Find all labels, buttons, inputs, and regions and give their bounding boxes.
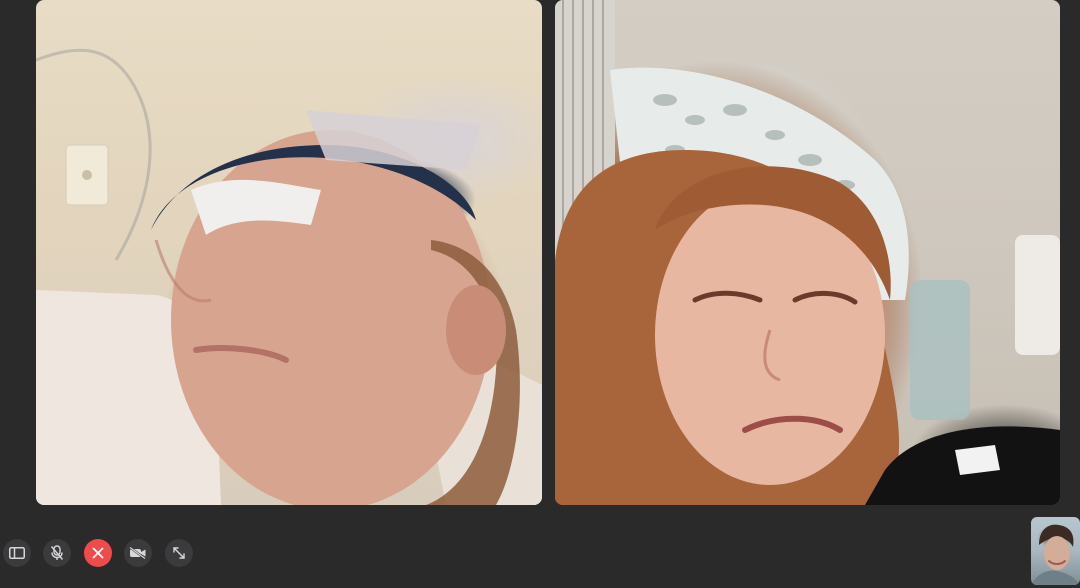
mute-button[interactable]	[43, 539, 71, 567]
self-view-figure	[1031, 524, 1080, 585]
mic-off-icon	[50, 545, 64, 560]
close-icon	[92, 547, 104, 559]
participant-video-1[interactable]	[36, 0, 542, 505]
camera-button[interactable]	[124, 539, 152, 567]
self-view-video[interactable]	[1031, 517, 1080, 585]
expand-icon	[173, 547, 185, 559]
sidebar-toggle-button[interactable]	[3, 539, 31, 567]
video-off-icon	[129, 547, 146, 559]
video-call-window	[0, 0, 1080, 588]
participant-2-figure	[555, 0, 1060, 505]
fullscreen-button[interactable]	[165, 539, 193, 567]
participant-video-2[interactable]	[555, 0, 1060, 505]
sidebar-icon	[9, 547, 25, 559]
participant-1-figure	[36, 48, 542, 505]
end-call-button[interactable]	[84, 539, 112, 567]
